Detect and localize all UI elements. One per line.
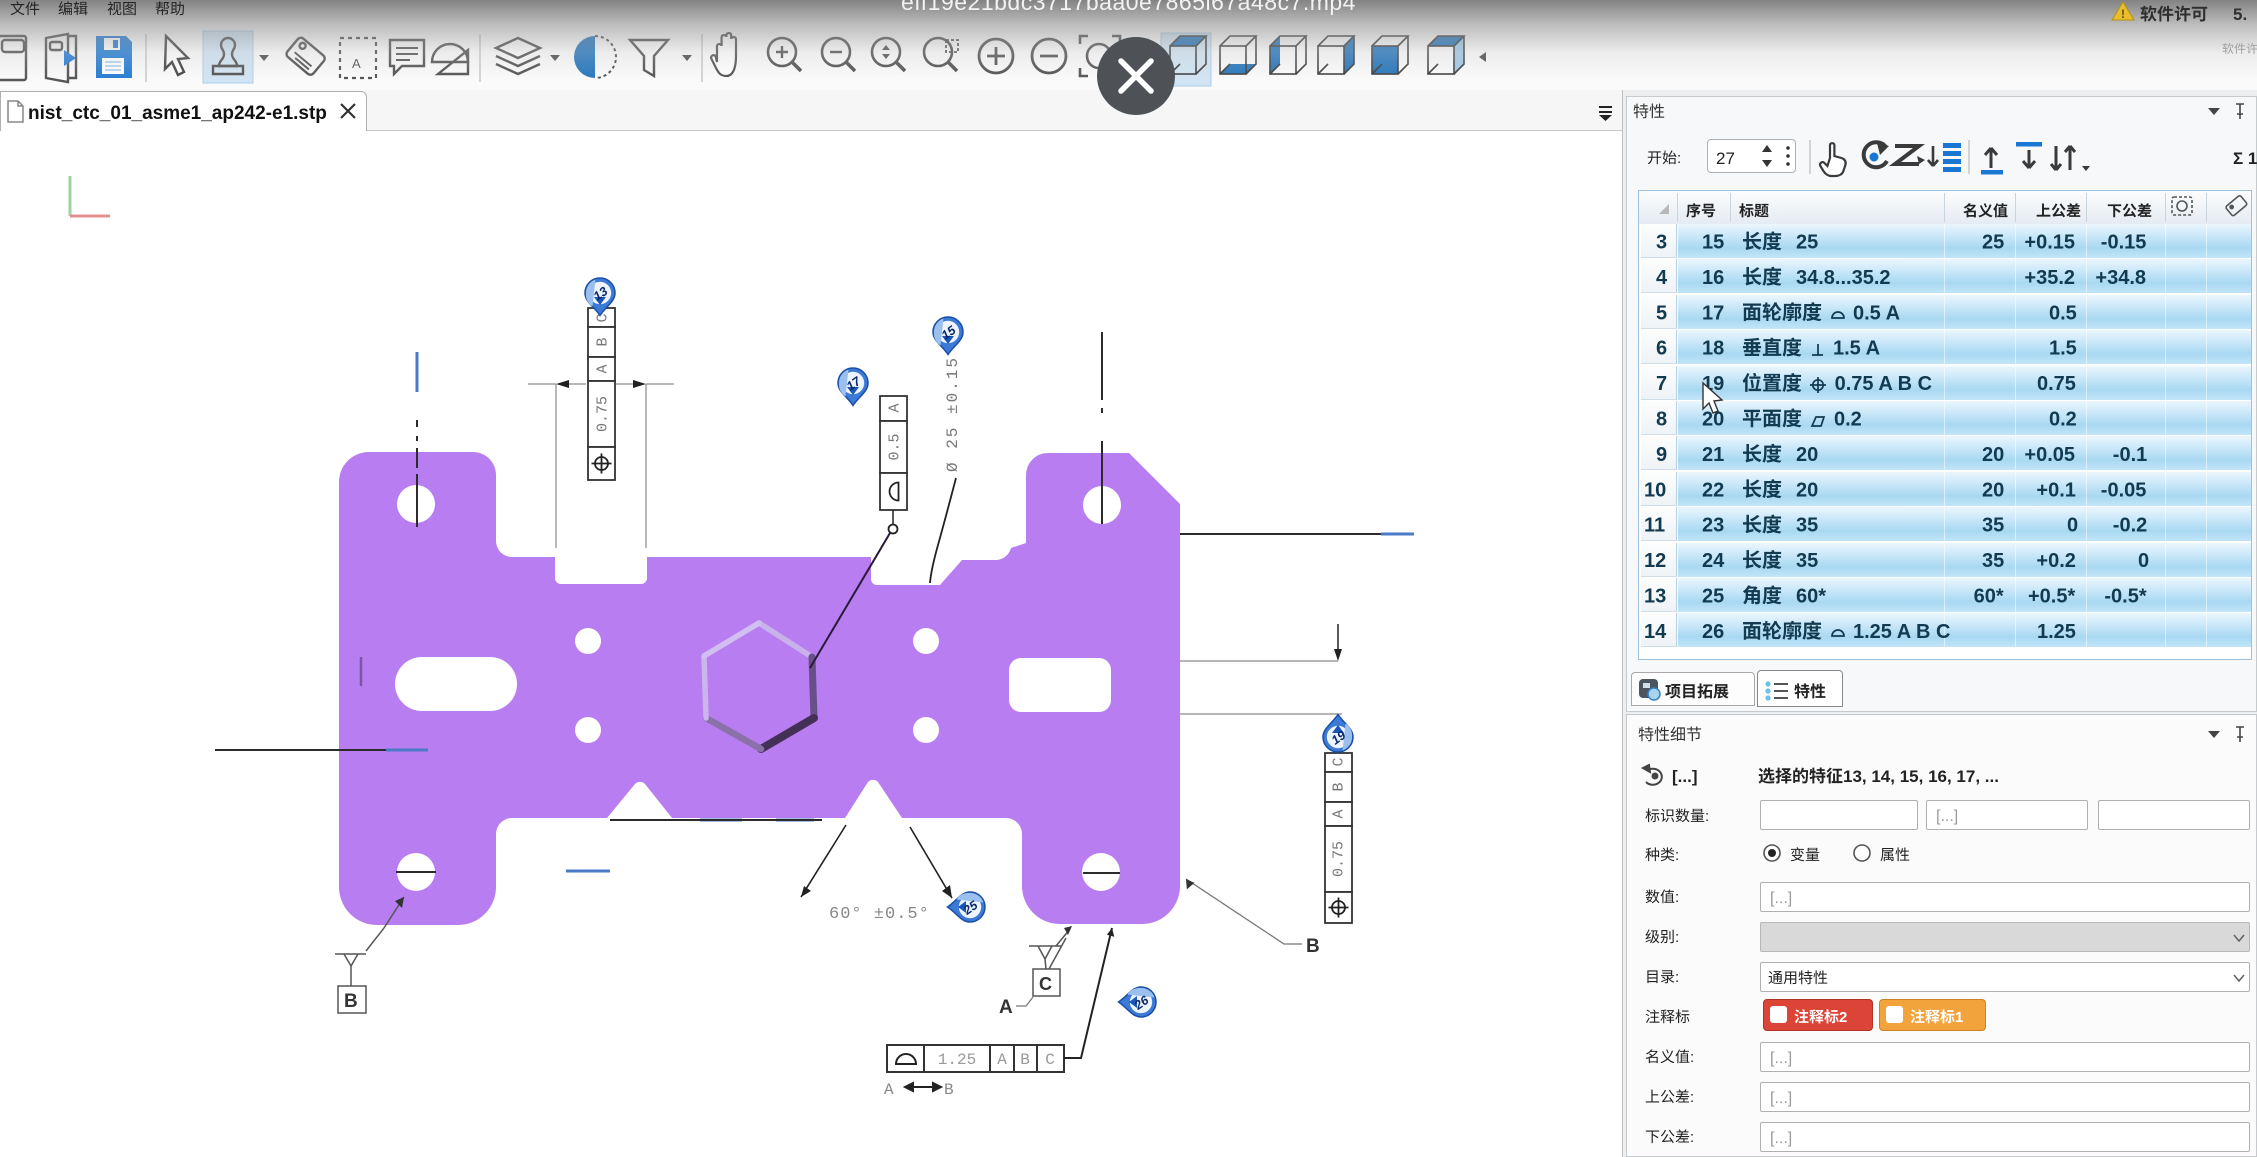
svg-text:1.25: 1.25 xyxy=(2037,621,2076,643)
svg-text:11: 11 xyxy=(1644,515,1665,537)
svg-text:0.2: 0.2 xyxy=(2049,409,2077,431)
svg-text:[...]: [...] xyxy=(1770,1090,1792,1107)
svg-text:8: 8 xyxy=(1656,409,1667,431)
svg-text:0.75 A B C: 0.75 A B C xyxy=(1835,373,1932,395)
svg-text::: : xyxy=(1705,808,1709,825)
svg-text:0: 0 xyxy=(2138,550,2149,572)
svg-text:27: 27 xyxy=(1716,149,1735,168)
svg-text:+0.5*: +0.5* xyxy=(2028,586,2075,608)
svg-text:0.5: 0.5 xyxy=(2049,302,2077,324)
svg-text:1.5 A: 1.5 A xyxy=(1833,338,1880,360)
svg-text:34.8...35.2: 34.8...35.2 xyxy=(1796,267,1891,289)
svg-text:7: 7 xyxy=(1656,373,1667,395)
svg-text::: : xyxy=(1675,847,1679,864)
svg-text:35: 35 xyxy=(1796,550,1818,572)
svg-text:0.2: 0.2 xyxy=(1834,409,1862,431)
svg-text:1: 1 xyxy=(1955,1009,1963,1026)
svg-text:60*: 60* xyxy=(1796,586,1826,608)
svg-text:20: 20 xyxy=(1796,444,1818,466)
svg-text:0: 0 xyxy=(2067,515,2078,537)
svg-text:60*: 60* xyxy=(1974,586,2004,608)
svg-text:nist_ctc_01_asme1_ap242-e1.stp: nist_ctc_01_asme1_ap242-e1.stp xyxy=(28,103,327,124)
svg-text:5.: 5. xyxy=(2233,5,2247,24)
svg-text:25: 25 xyxy=(1702,586,1724,608)
svg-text:+0.05: +0.05 xyxy=(2024,444,2075,466)
svg-text:Σ 1: Σ 1 xyxy=(2233,149,2257,168)
svg-text:24: 24 xyxy=(1702,550,1725,572)
svg-text::: : xyxy=(1677,150,1681,167)
svg-text:21: 21 xyxy=(1702,444,1724,466)
svg-text:1.25 A B C: 1.25 A B C xyxy=(1853,621,1950,643)
svg-text:[...]: [...] xyxy=(1770,1050,1792,1067)
svg-text::: : xyxy=(1675,969,1679,986)
svg-text:20: 20 xyxy=(1796,479,1818,501)
svg-text:[...]: [...] xyxy=(1936,808,1958,825)
svg-text:20: 20 xyxy=(1982,444,2004,466)
svg-text:-0.15: -0.15 xyxy=(2101,232,2147,254)
svg-text:2: 2 xyxy=(1839,1009,1847,1026)
svg-text:+0.1: +0.1 xyxy=(2036,479,2075,501)
svg-text::: : xyxy=(1675,929,1679,946)
svg-text:25: 25 xyxy=(1982,232,2004,254)
svg-text:17: 17 xyxy=(1702,302,1724,324)
svg-text:10: 10 xyxy=(1644,479,1666,501)
svg-text:13: 13 xyxy=(1644,586,1666,608)
svg-text:22: 22 xyxy=(1702,479,1724,501)
svg-text:35: 35 xyxy=(1982,515,2004,537)
svg-text:23: 23 xyxy=(1702,515,1724,537)
svg-text::: : xyxy=(1690,1049,1694,1066)
svg-text:3: 3 xyxy=(1656,232,1667,254)
svg-text:+35.2: +35.2 xyxy=(2024,267,2075,289)
svg-text::: : xyxy=(1675,889,1679,906)
svg-text:13, 14, 15, 16, 17, ...: 13, 14, 15, 16, 17, ... xyxy=(1843,767,1999,786)
svg-text:35: 35 xyxy=(1796,515,1818,537)
svg-text:26: 26 xyxy=(1702,621,1724,643)
svg-text:25: 25 xyxy=(1796,232,1818,254)
svg-text:-0.2: -0.2 xyxy=(2113,515,2147,537)
svg-text:-0.1: -0.1 xyxy=(2113,444,2147,466)
svg-text:[...]: [...] xyxy=(1770,1130,1792,1147)
svg-text:[...]: [...] xyxy=(1672,767,1698,786)
svg-text:+0.15: +0.15 xyxy=(2024,232,2075,254)
svg-text:-0.05: -0.05 xyxy=(2101,479,2147,501)
svg-text:!: ! xyxy=(2121,7,2125,21)
svg-text:1.5: 1.5 xyxy=(2049,338,2077,360)
svg-text:+0.2: +0.2 xyxy=(2036,550,2075,572)
svg-text:12: 12 xyxy=(1644,550,1666,572)
svg-text:18: 18 xyxy=(1702,338,1724,360)
svg-text::: : xyxy=(1690,1129,1694,1146)
svg-text:14: 14 xyxy=(1644,621,1667,643)
svg-text:5: 5 xyxy=(1656,302,1667,324)
svg-text:0.5 A: 0.5 A xyxy=(1853,302,1900,324)
svg-text:4: 4 xyxy=(1656,267,1668,289)
svg-text:15: 15 xyxy=(1702,232,1724,254)
svg-text:6: 6 xyxy=(1656,338,1667,360)
svg-text:-0.5*: -0.5* xyxy=(2104,586,2146,608)
svg-text:[...]: [...] xyxy=(1770,890,1792,907)
svg-text:35: 35 xyxy=(1982,550,2004,572)
svg-text:0.75: 0.75 xyxy=(2037,373,2076,395)
svg-text:16: 16 xyxy=(1702,267,1724,289)
svg-text:9: 9 xyxy=(1656,444,1667,466)
svg-text:+34.8: +34.8 xyxy=(2095,267,2146,289)
svg-text::: : xyxy=(1690,1089,1694,1106)
svg-text:20: 20 xyxy=(1982,479,2004,501)
